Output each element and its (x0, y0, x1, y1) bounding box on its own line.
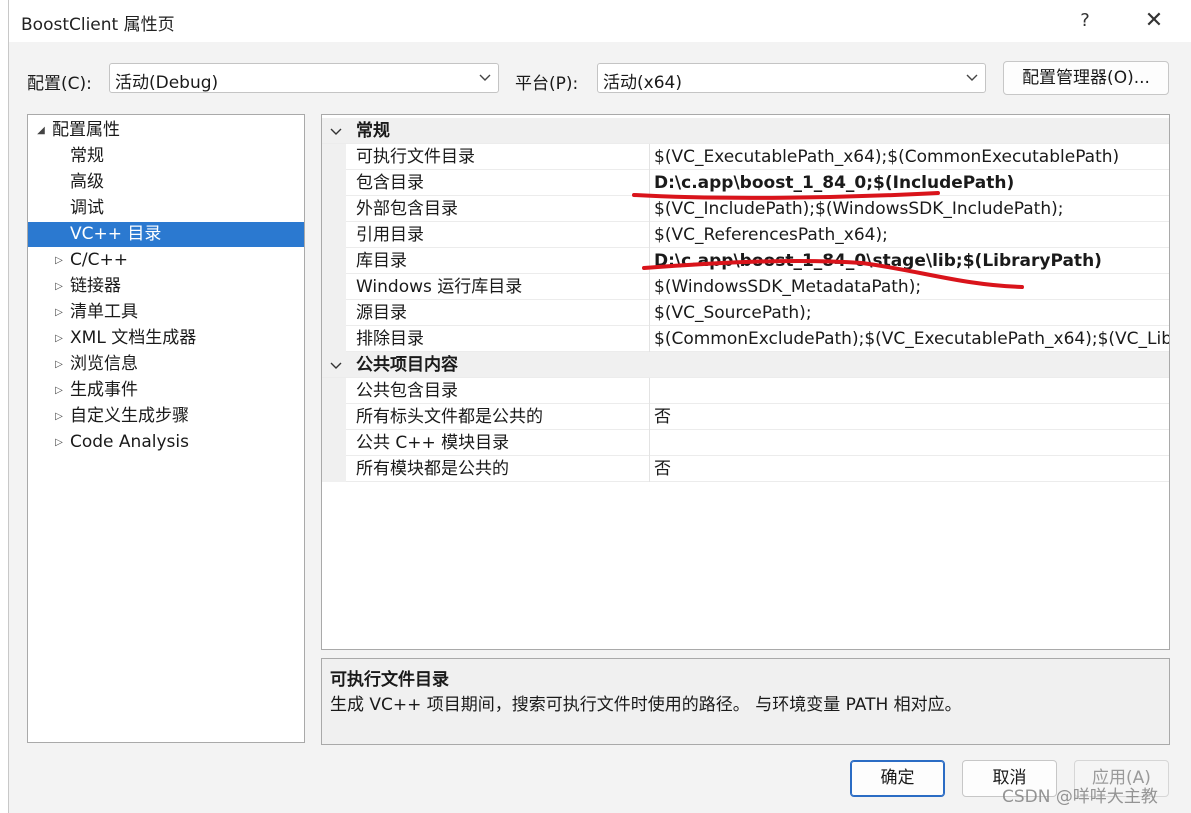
tree-item-label: 常规 (70, 146, 104, 166)
platform-label: 平台(P): (515, 74, 579, 94)
collapse-arrow-icon[interactable]: ◢ (34, 118, 48, 143)
column-divider (649, 404, 650, 430)
expand-arrow-icon[interactable]: ▷ (52, 404, 66, 429)
column-divider (649, 326, 650, 352)
expand-arrow-icon[interactable]: ▷ (52, 300, 66, 325)
tree-item[interactable]: 常规 (28, 144, 304, 169)
tree-item-label: Code Analysis (70, 432, 189, 452)
expand-arrow-icon[interactable]: ▷ (52, 248, 66, 273)
property-grid: 常规 可执行文件目录 $(VC_ExecutablePath_x64);$(Comm… (321, 114, 1170, 650)
config-value: 活动(Debug) (115, 73, 219, 93)
chevron-down-icon (479, 74, 491, 81)
description-text: 生成 VC++ 项目期间，搜索可执行文件时使用的路径。 与环境变量 PATH 相… (330, 695, 962, 715)
config-label: 配置(C): (27, 74, 92, 94)
property-row[interactable]: 公共 C++ 模块目录 (322, 430, 1169, 456)
title-bar: BoostClient 属性页 ? ✕ (9, 0, 1191, 42)
column-divider (649, 430, 650, 456)
property-name: 所有模块都是公共的 (356, 459, 509, 479)
tree-item-label: 链接器 (70, 276, 121, 296)
property-name: 公共 C++ 模块目录 (356, 433, 510, 453)
column-divider (649, 456, 650, 482)
tree-item-label: XML 文档生成器 (70, 328, 197, 348)
tree-item[interactable]: ▷ 自定义生成步骤 (28, 404, 304, 429)
chevron-down-icon[interactable] (330, 359, 342, 371)
row-gutter (322, 456, 346, 482)
tree-item[interactable]: ▷ 清单工具 (28, 300, 304, 325)
platform-combo[interactable]: 活动(x64) (597, 63, 986, 93)
property-row[interactable]: 公共包含目录 (322, 378, 1169, 404)
grid-category-title: 公共项目内容 (356, 355, 458, 375)
config-manager-button[interactable]: 配置管理器(O)... (1003, 61, 1169, 95)
expand-arrow-icon[interactable]: ▷ (52, 274, 66, 299)
property-name: 公共包含目录 (356, 381, 458, 401)
help-button[interactable]: ? (1071, 7, 1099, 35)
tree-item[interactable]: ▷ C/C++ (28, 248, 304, 273)
tree-item[interactable]: VC++ 目录 (28, 222, 304, 247)
property-value[interactable]: 否 (654, 404, 671, 430)
tree-item-label: 调试 (70, 198, 104, 218)
platform-value: 活动(x64) (603, 73, 682, 93)
property-row[interactable]: 所有模块都是公共的 否 (322, 456, 1169, 482)
tree-item-label: 自定义生成步骤 (70, 406, 189, 426)
tree-item[interactable]: ▷ XML 文档生成器 (28, 326, 304, 351)
expand-arrow-icon[interactable]: ▷ (52, 352, 66, 377)
row-gutter (322, 326, 346, 352)
tree-item[interactable]: 高级 (28, 170, 304, 195)
csdn-watermark: CSDN @咩咩大主教 (1002, 787, 1158, 807)
property-row[interactable]: 排除目录 $(CommonExcludePath);$(VC_Executable… (322, 326, 1169, 352)
tree-item[interactable]: 调试 (28, 196, 304, 221)
property-pages-dialog: BoostClient 属性页 ? ✕ 配置(C): 活动(Debug) 平台(… (8, 0, 1191, 813)
tree-item-label: VC++ 目录 (70, 224, 162, 244)
expand-arrow-icon[interactable]: ▷ (52, 430, 66, 455)
tree-item[interactable]: ▷ 生成事件 (28, 378, 304, 403)
red-annotation-underlines (632, 191, 1024, 289)
tree-item[interactable]: ▷ 链接器 (28, 274, 304, 299)
description-panel: 可执行文件目录 生成 VC++ 项目期间，搜索可执行文件时使用的路径。 与环境变… (321, 658, 1170, 745)
chevron-down-icon (966, 74, 978, 81)
expand-arrow-icon[interactable]: ▷ (52, 326, 66, 351)
window-title: BoostClient 属性页 (21, 15, 175, 35)
property-name: 排除目录 (356, 329, 424, 349)
tree-item[interactable]: ▷ 浏览信息 (28, 352, 304, 377)
property-value[interactable]: $(CommonExcludePath);$(VC_ExecutablePath… (654, 326, 1169, 352)
row-gutter (322, 430, 346, 456)
tree-item-label: 生成事件 (70, 380, 138, 400)
tree-item-root[interactable]: ◢ 配置属性 (28, 118, 304, 143)
tree-item-label: C/C++ (70, 250, 128, 270)
column-divider (649, 378, 650, 404)
tree-item-label: 清单工具 (70, 302, 138, 322)
property-row[interactable]: 所有标头文件都是公共的 否 (322, 404, 1169, 430)
category-tree: ◢ 配置属性 常规 高级 调试 VC++ 目录 ▷ C/C++ ▷ 链接器 ▷ 清单工具 ▷ XML … (27, 114, 305, 743)
row-gutter (322, 378, 346, 404)
tree-item-label: 配置属性 (52, 120, 120, 140)
row-gutter (322, 404, 346, 430)
description-title: 可执行文件目录 (330, 670, 449, 690)
property-name: 所有标头文件都是公共的 (356, 407, 543, 427)
ok-button[interactable]: 确定 (850, 760, 945, 797)
tree-item[interactable]: ▷ Code Analysis (28, 430, 304, 455)
close-button[interactable]: ✕ (1137, 7, 1171, 35)
expand-arrow-icon[interactable]: ▷ (52, 378, 66, 403)
tree-item-label: 高级 (70, 172, 104, 192)
config-combo[interactable]: 活动(Debug) (109, 63, 499, 93)
tree-item-label: 浏览信息 (70, 354, 138, 374)
grid-category[interactable]: 公共项目内容 (322, 352, 1169, 378)
property-value[interactable]: 否 (654, 456, 671, 482)
